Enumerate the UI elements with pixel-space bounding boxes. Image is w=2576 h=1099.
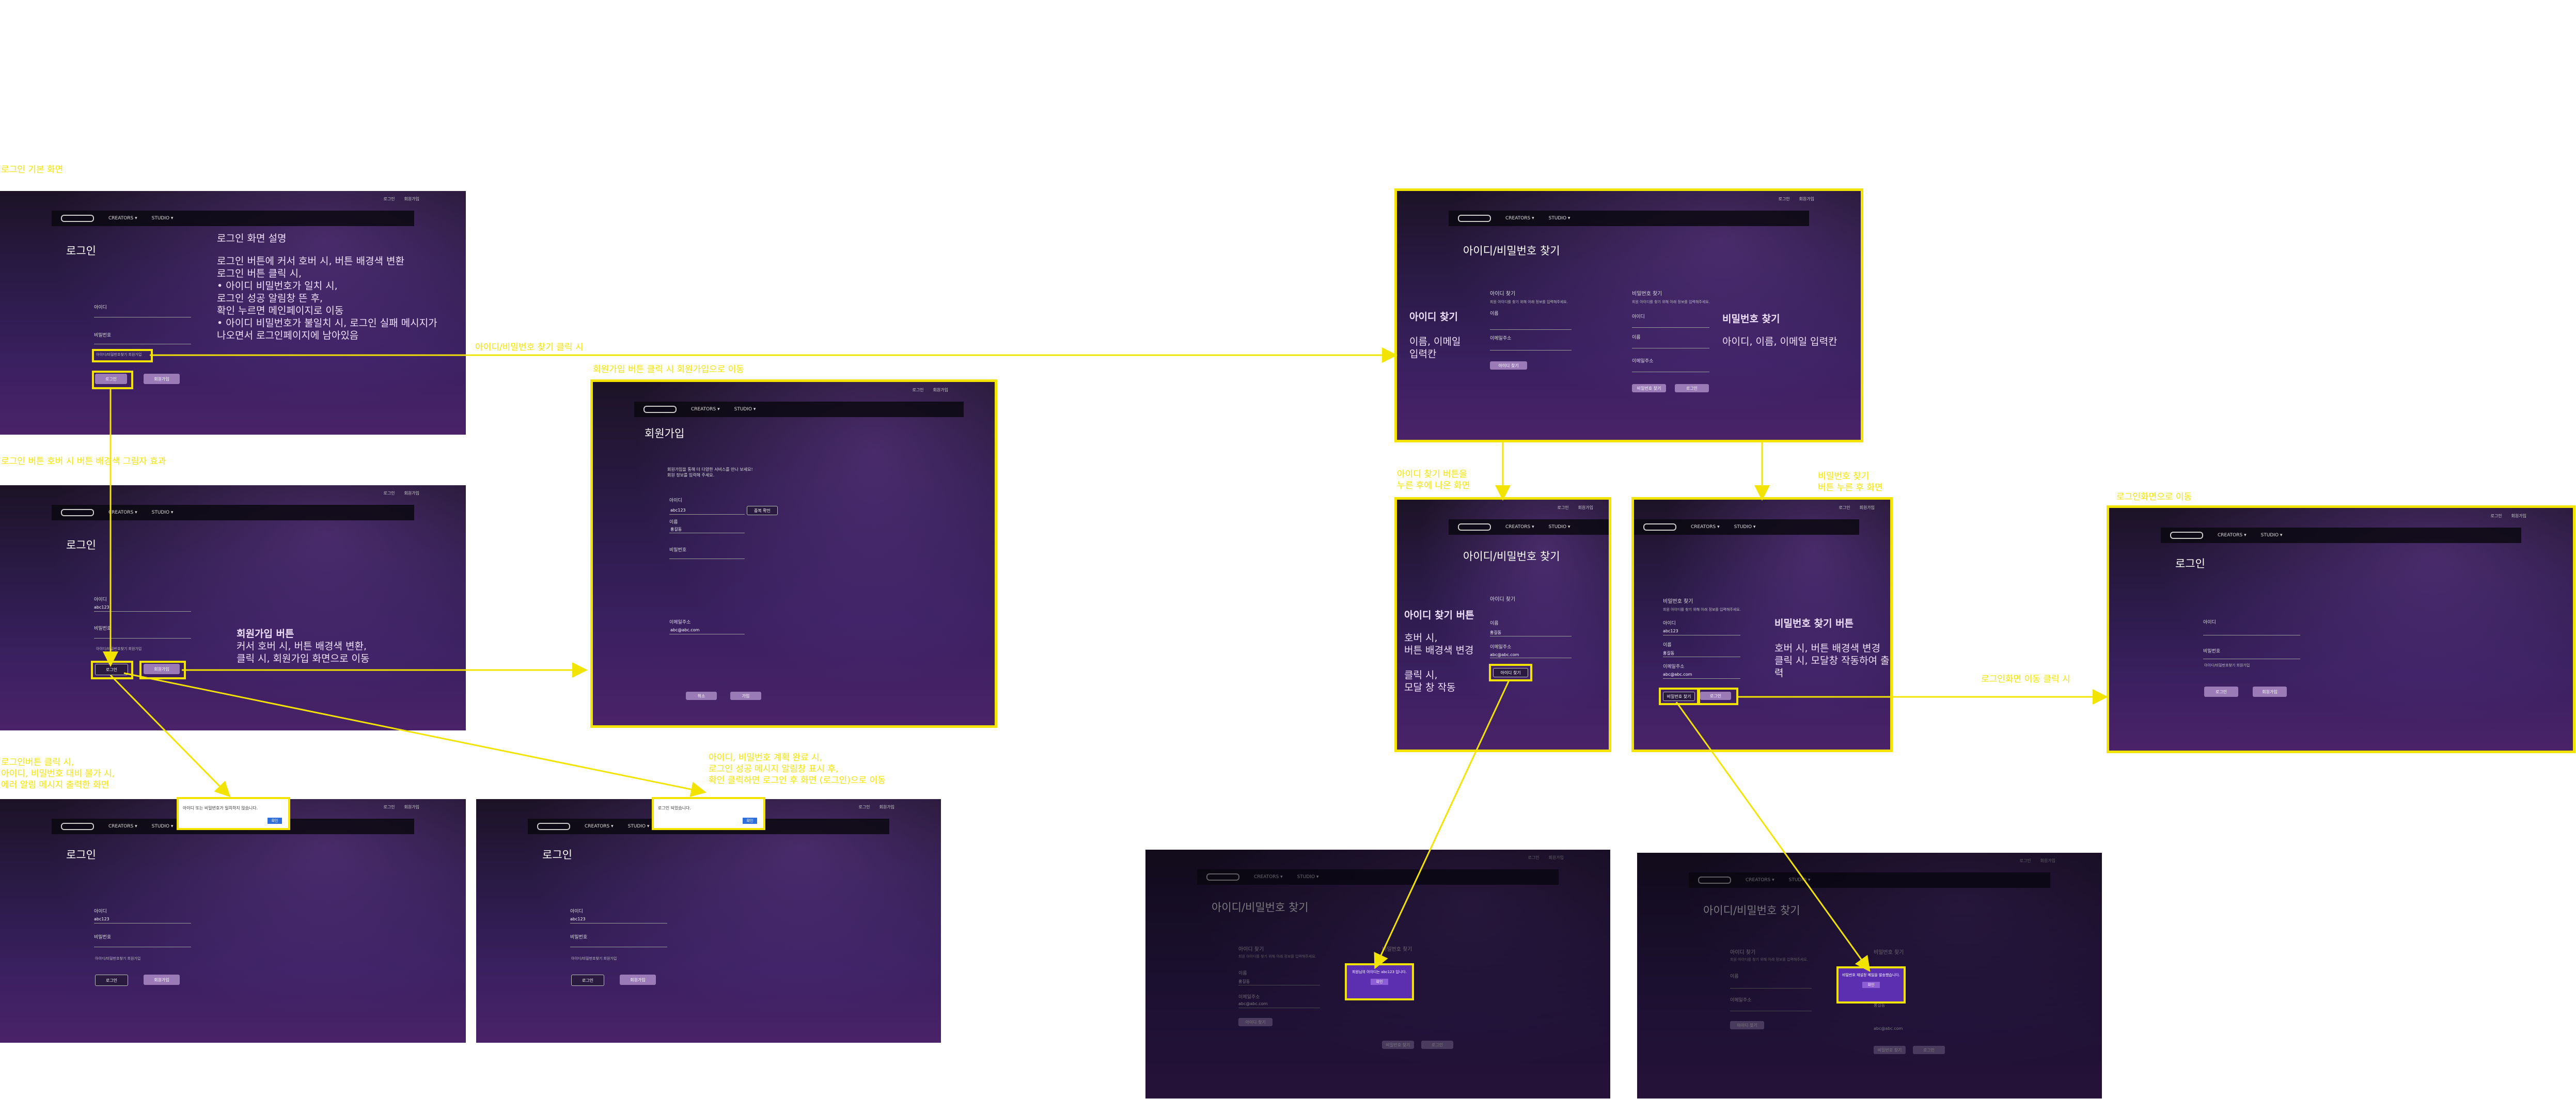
arrow-login-to-success [123, 672, 706, 797]
arrow-findid-to-modal [1374, 680, 1510, 969]
arrow-findpw-to-modal [1675, 702, 1871, 972]
arrow-login-to-fail [109, 674, 231, 798]
flow-arrows [103, 347, 2108, 972]
